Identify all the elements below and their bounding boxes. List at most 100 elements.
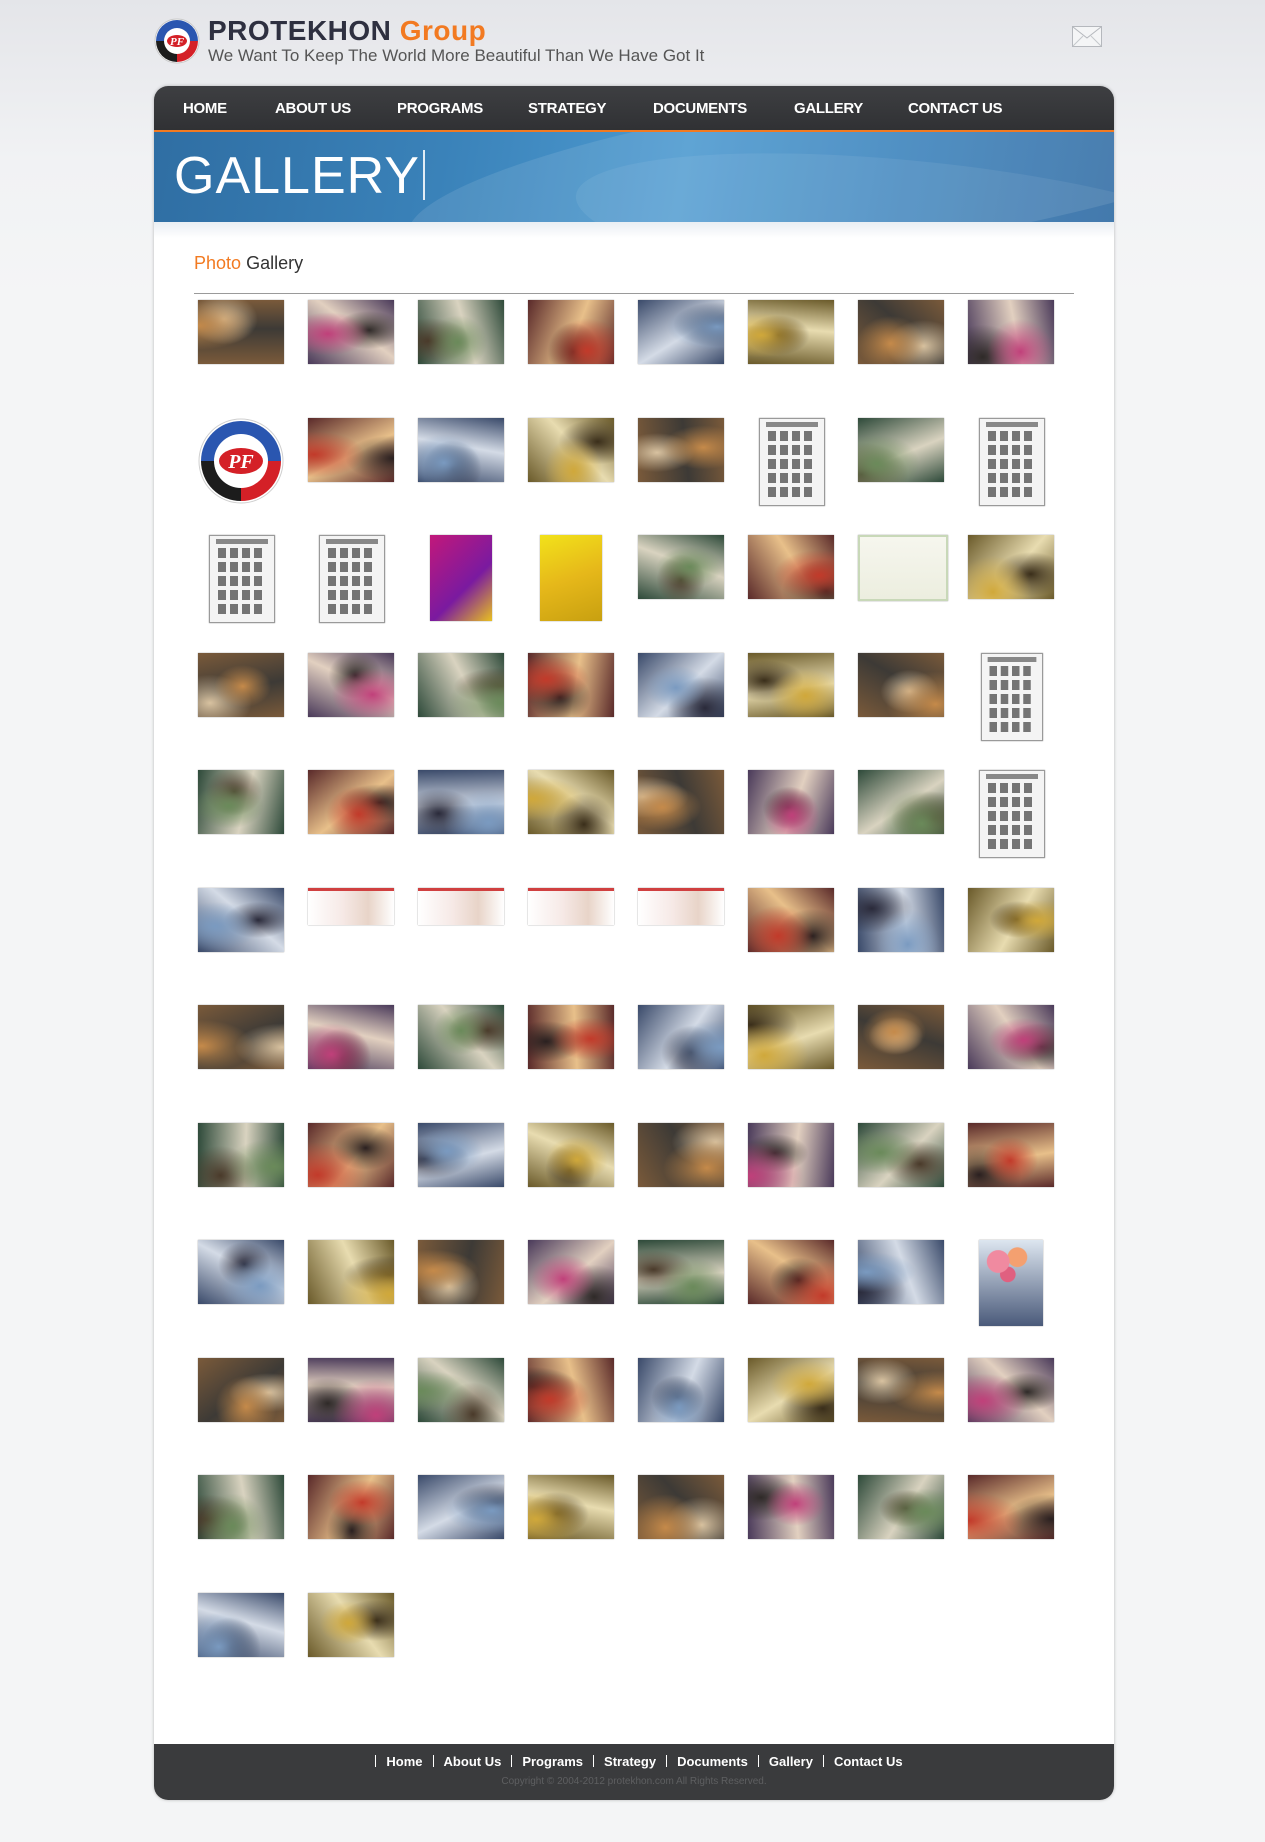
gallery-thumbnail[interactable] xyxy=(418,1357,504,1422)
gallery-thumbnail[interactable] xyxy=(308,300,394,364)
gallery-thumbnail[interactable] xyxy=(418,887,504,925)
gallery-thumbnail[interactable] xyxy=(638,300,724,364)
gallery-thumbnail[interactable] xyxy=(528,887,614,925)
gallery-thumbnail[interactable] xyxy=(968,1005,1054,1069)
gallery-thumbnail[interactable] xyxy=(858,1005,944,1069)
gallery-thumbnail[interactable] xyxy=(748,535,834,599)
gallery-thumbnail[interactable] xyxy=(198,887,284,952)
gallery-thumbnail[interactable] xyxy=(638,1475,724,1539)
gallery-thumbnail[interactable] xyxy=(308,770,394,834)
gallery-thumbnail[interactable] xyxy=(748,1240,834,1304)
gallery-thumbnail[interactable] xyxy=(748,1475,834,1539)
gallery-thumbnail[interactable] xyxy=(198,1475,284,1539)
gallery-thumbnail[interactable] xyxy=(858,1357,944,1422)
gallery-thumbnail[interactable] xyxy=(528,1122,614,1187)
gallery-thumbnail[interactable] xyxy=(759,417,825,506)
protekhon-logo-icon[interactable]: PF xyxy=(154,18,200,64)
gallery-thumbnail[interactable] xyxy=(638,535,724,599)
gallery-thumbnail[interactable] xyxy=(209,535,275,623)
gallery-thumbnail[interactable] xyxy=(418,417,504,482)
gallery-thumbnail[interactable] xyxy=(418,770,504,834)
gallery-thumbnail[interactable] xyxy=(638,887,724,925)
envelope-icon[interactable] xyxy=(1072,26,1102,47)
gallery-thumbnail[interactable] xyxy=(528,1240,614,1304)
nav-contact-us[interactable]: CONTACT US xyxy=(908,86,1003,130)
gallery-thumbnail[interactable] xyxy=(418,1240,504,1304)
gallery-thumbnail[interactable] xyxy=(748,1005,834,1069)
gallery-thumbnail[interactable] xyxy=(979,770,1045,858)
gallery-thumbnail[interactable] xyxy=(308,887,394,925)
gallery-thumbnail[interactable] xyxy=(418,300,504,364)
gallery-thumbnail[interactable] xyxy=(748,1357,834,1422)
footer-link-contact-us[interactable]: Contact Us xyxy=(834,1754,903,1769)
gallery-thumbnail[interactable] xyxy=(968,1475,1054,1539)
gallery-thumbnail[interactable] xyxy=(319,535,385,623)
site-brand[interactable]: PROTEKHON Group xyxy=(208,16,486,46)
gallery-thumbnail[interactable] xyxy=(858,417,944,482)
gallery-thumbnail[interactable] xyxy=(968,535,1054,599)
gallery-thumbnail[interactable] xyxy=(638,1240,724,1304)
gallery-thumbnail[interactable] xyxy=(418,1005,504,1069)
footer-link-strategy[interactable]: Strategy xyxy=(604,1754,656,1769)
gallery-thumbnail[interactable] xyxy=(968,1357,1054,1422)
gallery-thumbnail[interactable] xyxy=(858,300,944,364)
gallery-thumbnail[interactable] xyxy=(198,1122,284,1187)
gallery-thumbnail[interactable] xyxy=(748,1122,834,1187)
gallery-thumbnail[interactable] xyxy=(308,1005,394,1069)
gallery-thumbnail[interactable] xyxy=(308,1357,394,1422)
gallery-thumbnail[interactable] xyxy=(198,770,284,834)
nav-gallery[interactable]: GALLERY xyxy=(794,86,863,130)
gallery-thumbnail[interactable] xyxy=(858,652,944,717)
gallery-thumbnail[interactable] xyxy=(981,652,1043,741)
gallery-thumbnail[interactable] xyxy=(528,300,614,364)
nav-documents[interactable]: DOCUMENTS xyxy=(653,86,747,130)
gallery-thumbnail[interactable] xyxy=(528,1475,614,1539)
gallery-thumbnail[interactable] xyxy=(418,1475,504,1539)
gallery-thumbnail[interactable] xyxy=(528,1005,614,1069)
gallery-thumbnail[interactable] xyxy=(528,652,614,717)
gallery-thumbnail[interactable] xyxy=(858,770,944,834)
gallery-thumbnail[interactable] xyxy=(308,1240,394,1304)
nav-strategy[interactable]: STRATEGY xyxy=(528,86,606,130)
gallery-thumbnail[interactable] xyxy=(430,535,492,621)
gallery-thumbnail[interactable] xyxy=(308,1122,394,1187)
gallery-thumbnail[interactable] xyxy=(528,417,614,482)
footer-link-about-us[interactable]: About Us xyxy=(444,1754,502,1769)
gallery-thumbnail[interactable] xyxy=(858,535,948,601)
gallery-thumbnail[interactable] xyxy=(540,535,602,621)
nav-programs[interactable]: PROGRAMS xyxy=(397,86,483,130)
gallery-thumbnail[interactable] xyxy=(968,1122,1054,1187)
gallery-thumbnail[interactable] xyxy=(638,652,724,717)
gallery-thumbnail[interactable] xyxy=(748,770,834,834)
gallery-thumbnail[interactable] xyxy=(858,1122,944,1187)
footer-link-programs[interactable]: Programs xyxy=(522,1754,583,1769)
gallery-thumbnail[interactable] xyxy=(968,887,1054,952)
gallery-thumbnail[interactable] xyxy=(308,417,394,482)
footer-link-home[interactable]: Home xyxy=(386,1754,422,1769)
gallery-thumbnail[interactable] xyxy=(528,770,614,834)
gallery-thumbnail[interactable] xyxy=(638,417,724,482)
gallery-thumbnail[interactable] xyxy=(198,1357,284,1422)
gallery-thumbnail[interactable] xyxy=(308,1592,394,1657)
gallery-thumbnail[interactable] xyxy=(748,300,834,364)
nav-about-us[interactable]: ABOUT US xyxy=(275,86,351,130)
gallery-thumbnail[interactable] xyxy=(198,1005,284,1069)
gallery-thumbnail[interactable] xyxy=(858,1240,944,1304)
gallery-thumbnail[interactable] xyxy=(638,1357,724,1422)
gallery-thumbnail[interactable] xyxy=(198,1240,284,1304)
gallery-thumbnail[interactable] xyxy=(308,1475,394,1539)
gallery-thumbnail[interactable] xyxy=(979,417,1045,506)
gallery-thumbnail[interactable]: PF xyxy=(198,418,284,504)
gallery-thumbnail[interactable] xyxy=(858,1475,944,1539)
gallery-thumbnail[interactable] xyxy=(198,300,284,364)
gallery-thumbnail[interactable] xyxy=(638,1005,724,1069)
gallery-thumbnail[interactable] xyxy=(198,652,284,717)
footer-link-gallery[interactable]: Gallery xyxy=(769,1754,813,1769)
gallery-thumbnail[interactable] xyxy=(418,652,504,717)
gallery-thumbnail[interactable] xyxy=(198,1592,284,1657)
gallery-thumbnail[interactable] xyxy=(748,652,834,717)
gallery-thumbnail[interactable] xyxy=(979,1240,1043,1326)
gallery-thumbnail[interactable] xyxy=(638,1122,724,1187)
gallery-thumbnail[interactable] xyxy=(748,887,834,952)
footer-link-documents[interactable]: Documents xyxy=(677,1754,748,1769)
